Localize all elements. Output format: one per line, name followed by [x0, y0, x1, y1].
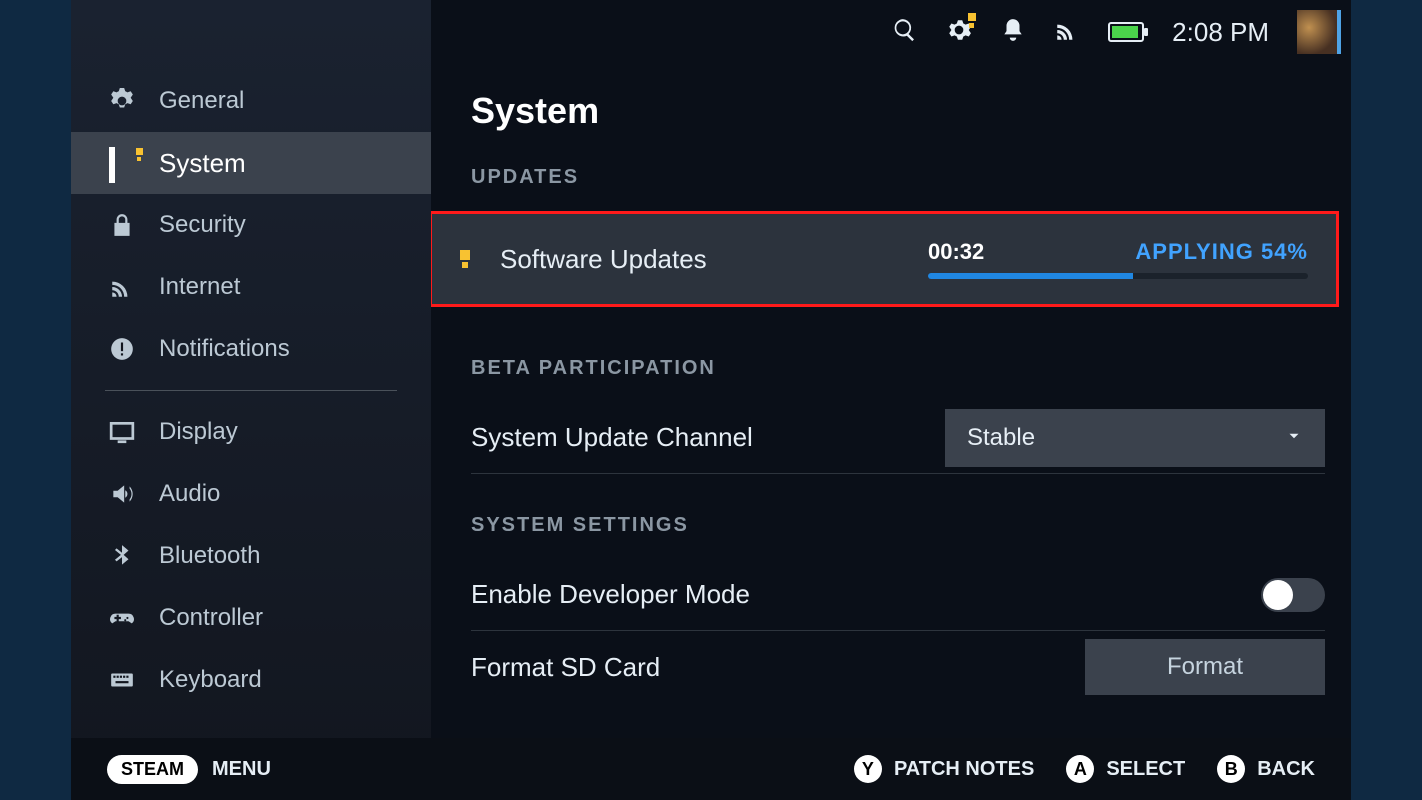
sidebar-item-bluetooth[interactable]: Bluetooth: [71, 525, 431, 587]
section-updates-label: UPDATES: [471, 166, 1325, 189]
update-badge-icon: [460, 250, 472, 268]
format-sd-row: Format SD Card Format: [471, 631, 1325, 703]
sidebar-item-label: Notifications: [159, 335, 290, 363]
footer-steam-menu[interactable]: STEAM MENU: [107, 755, 271, 784]
sidebar-separator: [105, 390, 397, 391]
sidebar-item-label: System: [159, 148, 246, 179]
sidebar-item-controller[interactable]: Controller: [71, 587, 431, 649]
sidebar-item-label: Keyboard: [159, 666, 262, 694]
format-sd-label: Format SD Card: [471, 652, 660, 683]
page-title: System: [471, 90, 1325, 132]
cast-icon[interactable]: [1054, 17, 1080, 48]
section-beta-label: BETA PARTICIPATION: [471, 357, 1325, 380]
sidebar-item-display[interactable]: Display: [71, 401, 431, 463]
battery-indicator: [1108, 22, 1144, 42]
chevron-down-icon: [1285, 424, 1303, 452]
dev-mode-row: Enable Developer Mode: [471, 559, 1325, 631]
dev-mode-toggle[interactable]: [1261, 578, 1325, 612]
software-updates-label: Software Updates: [500, 244, 900, 275]
sidebar: General System Security Internet: [71, 0, 431, 800]
sidebar-item-label: Security: [159, 211, 246, 239]
settings-window: 2:08 PM General System Security: [71, 0, 1351, 800]
bluetooth-icon: [109, 543, 135, 569]
update-channel-label: System Update Channel: [471, 422, 753, 453]
update-progress-block: 00:32 APPLYING 54%: [928, 239, 1308, 279]
footer-button-label: BACK: [1257, 758, 1315, 781]
keyboard-icon: [109, 667, 135, 693]
glyph-b: B: [1217, 755, 1245, 783]
status-bar: 2:08 PM: [892, 10, 1341, 54]
dev-mode-label: Enable Developer Mode: [471, 579, 750, 610]
notifications-icon[interactable]: [1000, 17, 1026, 48]
sidebar-item-label: General: [159, 87, 244, 115]
update-channel-dropdown[interactable]: Stable: [945, 409, 1325, 467]
steam-pill: STEAM: [107, 755, 198, 784]
footer-select-button[interactable]: A SELECT: [1066, 755, 1185, 783]
system-icon: [109, 150, 135, 176]
menu-label: MENU: [212, 758, 271, 781]
glyph-a: A: [1066, 755, 1094, 783]
software-updates-row[interactable]: Software Updates 00:32 APPLYING 54%: [431, 211, 1339, 307]
update-progress-fill: [928, 273, 1133, 279]
sidebar-item-keyboard[interactable]: Keyboard: [71, 649, 431, 711]
sidebar-item-security[interactable]: Security: [71, 194, 431, 256]
sidebar-item-label: Audio: [159, 480, 220, 508]
update-time: 00:32: [928, 239, 984, 265]
section-settings-label: SYSTEM SETTINGS: [471, 514, 1325, 537]
controller-icon: [109, 605, 135, 631]
main-panel: System UPDATES Software Updates 00:32 AP…: [431, 0, 1351, 800]
sidebar-item-notifications[interactable]: Notifications: [71, 318, 431, 380]
sidebar-item-label: Controller: [159, 604, 263, 632]
sidebar-item-label: Bluetooth: [159, 542, 260, 570]
footer-button-label: SELECT: [1106, 758, 1185, 781]
update-status: APPLYING 54%: [1135, 239, 1308, 265]
update-channel-row: System Update Channel Stable: [471, 402, 1325, 474]
footer-patch-notes-button[interactable]: Y PATCH NOTES: [854, 755, 1034, 783]
avatar[interactable]: [1297, 10, 1341, 54]
footer-back-button[interactable]: B BACK: [1217, 755, 1315, 783]
sidebar-item-system[interactable]: System: [71, 132, 431, 194]
lock-icon: [109, 212, 135, 238]
display-icon: [109, 419, 135, 445]
alert-icon: [109, 336, 135, 362]
sidebar-item-label: Display: [159, 418, 238, 446]
gear-icon: [109, 88, 135, 114]
glyph-y: Y: [854, 755, 882, 783]
wifi-icon: [109, 274, 135, 300]
audio-icon: [109, 481, 135, 507]
format-sd-button[interactable]: Format: [1085, 639, 1325, 695]
sidebar-item-audio[interactable]: Audio: [71, 463, 431, 525]
clock: 2:08 PM: [1172, 17, 1269, 48]
sidebar-item-general[interactable]: General: [71, 70, 431, 132]
search-icon[interactable]: [892, 17, 918, 48]
footer-button-label: PATCH NOTES: [894, 758, 1034, 781]
settings-icon[interactable]: [946, 17, 972, 48]
update-channel-value: Stable: [967, 424, 1035, 452]
sidebar-item-internet[interactable]: Internet: [71, 256, 431, 318]
update-progress-bar: [928, 273, 1308, 279]
footer-bar: STEAM MENU Y PATCH NOTES A SELECT B BACK: [71, 738, 1351, 800]
sidebar-item-label: Internet: [159, 273, 240, 301]
